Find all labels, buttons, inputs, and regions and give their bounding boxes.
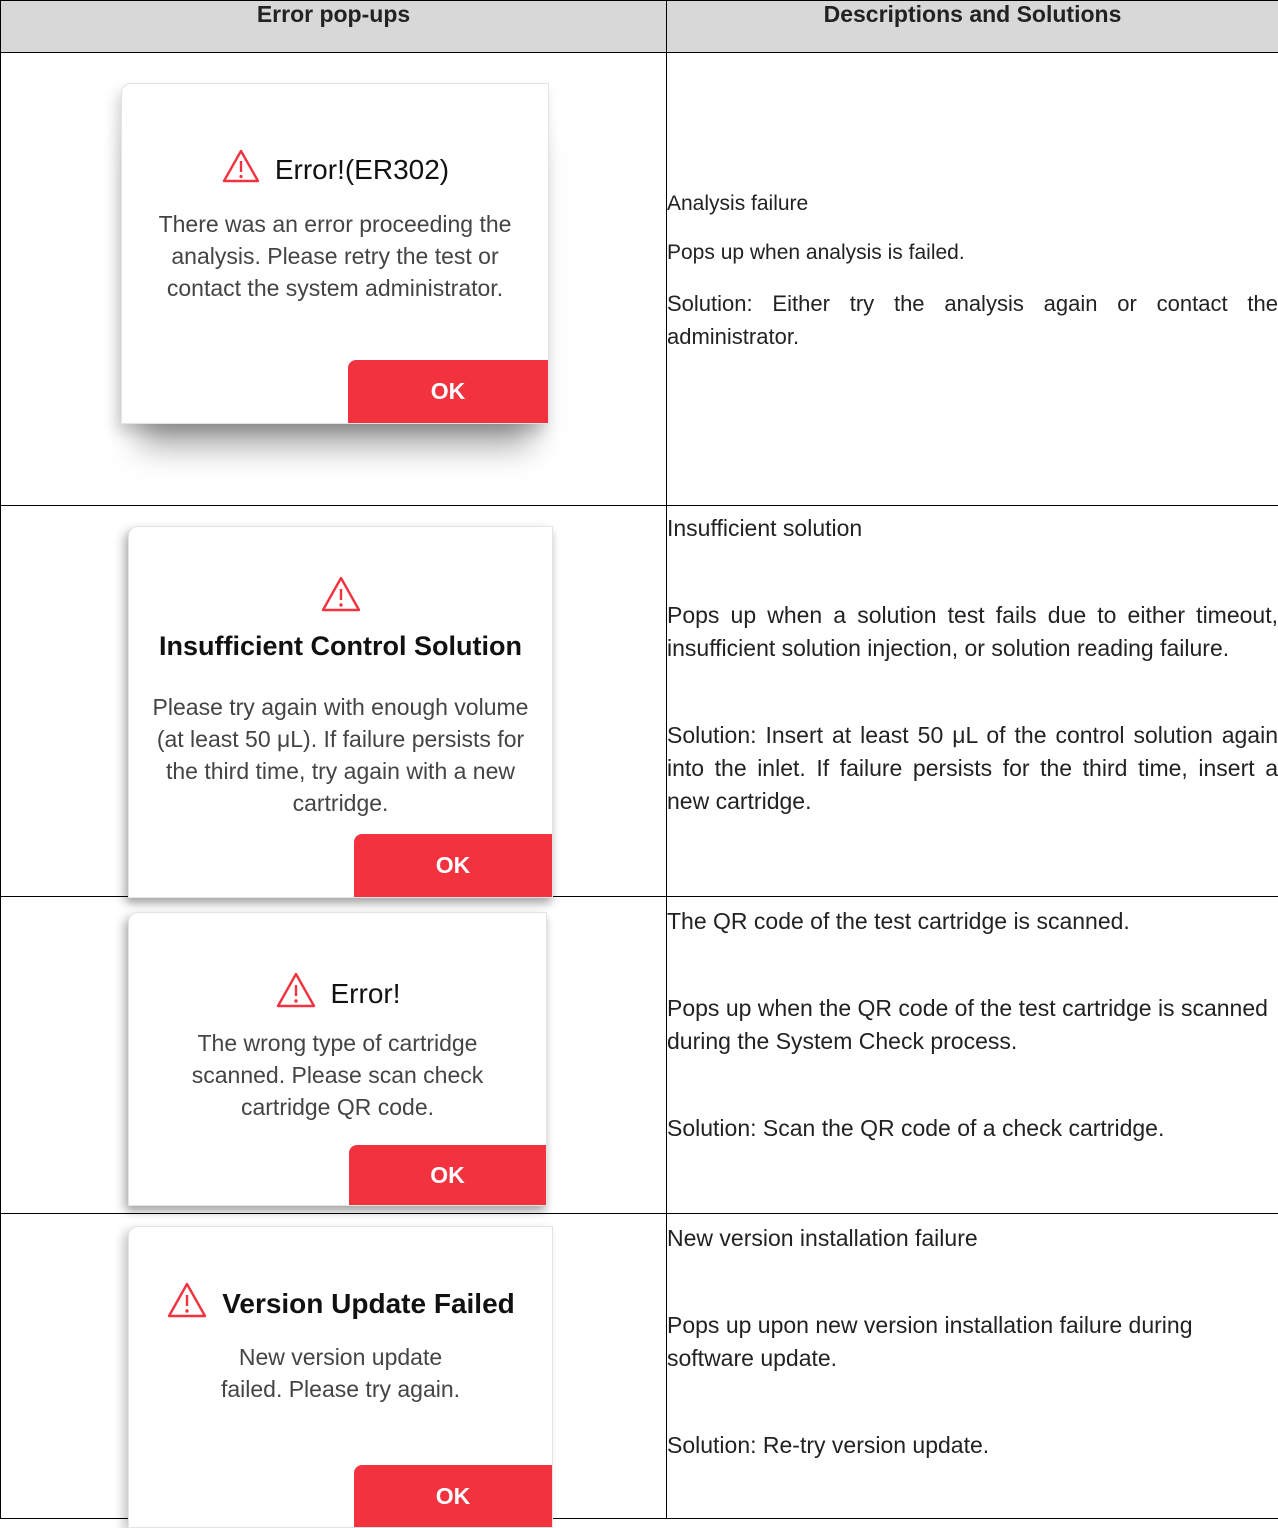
- warning-triangle-icon: [221, 148, 261, 191]
- error-popup-er302: Error!(ER302) There was an error proceed…: [121, 83, 549, 424]
- warning-triangle-icon: [275, 971, 317, 1016]
- description-detail: Pops up when the QR code of the test car…: [667, 992, 1278, 1058]
- description-cell: New version installation failure Pops up…: [667, 1214, 1278, 1519]
- table-row: Error! The wrong type of cartridge scann…: [1, 897, 1278, 1214]
- ok-button[interactable]: OK: [349, 1145, 546, 1205]
- table-row: Version Update Failed New version update…: [1, 1214, 1278, 1519]
- popup-cell: Error!(ER302) There was an error proceed…: [1, 53, 667, 506]
- description-detail: Pops up when a solution test fails due t…: [667, 599, 1278, 665]
- description-solution: Solution: Scan the QR code of a check ca…: [667, 1112, 1278, 1145]
- popup-message: New version update failed. Please try ag…: [209, 1341, 472, 1405]
- column-header-error-popups: Error pop-ups: [1, 1, 667, 53]
- popup-message: Please try again with enough volume (at …: [143, 691, 538, 819]
- popup-title: Version Update Failed: [222, 1288, 515, 1320]
- ok-button[interactable]: OK: [354, 1465, 552, 1527]
- error-popup-version-update: Version Update Failed New version update…: [128, 1226, 553, 1528]
- popup-title: Insufficient Control Solution: [129, 631, 552, 662]
- description-heading: The QR code of the test cartridge is sca…: [667, 905, 1278, 938]
- description-detail: Pops up when analysis is failed.: [667, 239, 1278, 267]
- description-solution: Solution: Either try the analysis again …: [667, 287, 1278, 353]
- description-solution: Solution: Re-try version update.: [667, 1429, 1278, 1462]
- table-row: Error!(ER302) There was an error proceed…: [1, 53, 1278, 506]
- description-cell: Insufficient solution Pops up when a sol…: [667, 506, 1278, 897]
- popup-title-row: Version Update Failed: [129, 1281, 552, 1326]
- table-row: Insufficient Control Solution Please try…: [1, 506, 1278, 897]
- description-heading: Analysis failure: [667, 190, 1278, 218]
- error-popup-insufficient-control: Insufficient Control Solution Please try…: [128, 526, 553, 898]
- popup-message: There was an error proceeding the analys…: [132, 208, 538, 304]
- error-popup-wrong-cartridge: Error! The wrong type of cartridge scann…: [128, 912, 547, 1206]
- description-solution: Solution: Insert at least 50 μL of the c…: [667, 719, 1278, 818]
- warning-triangle-icon: [129, 575, 552, 618]
- description-detail: Pops up upon new version installation fa…: [667, 1309, 1278, 1375]
- popup-cell: Error! The wrong type of cartridge scann…: [1, 897, 667, 1214]
- ok-button[interactable]: OK: [354, 834, 552, 897]
- description-cell: The QR code of the test cartridge is sca…: [667, 897, 1278, 1214]
- popup-cell: Version Update Failed New version update…: [1, 1214, 667, 1519]
- description-heading: New version installation failure: [667, 1222, 1278, 1255]
- popup-title: Error!(ER302): [275, 154, 449, 186]
- popup-title-row: Error!: [129, 971, 546, 1016]
- ok-button[interactable]: OK: [348, 360, 548, 423]
- description-cell: Analysis failure Pops up when analysis i…: [667, 53, 1278, 506]
- warning-triangle-icon: [166, 1281, 208, 1326]
- popup-title-row: Error!(ER302): [122, 148, 548, 191]
- error-popups-table: Error pop-ups Descriptions and Solutions…: [0, 0, 1278, 1519]
- description-heading: Insufficient solution: [667, 512, 1278, 545]
- popup-title: Error!: [331, 978, 401, 1010]
- column-header-descriptions: Descriptions and Solutions: [667, 1, 1278, 53]
- popup-message: The wrong type of cartridge scanned. Ple…: [169, 1027, 506, 1123]
- popup-cell: Insufficient Control Solution Please try…: [1, 506, 667, 897]
